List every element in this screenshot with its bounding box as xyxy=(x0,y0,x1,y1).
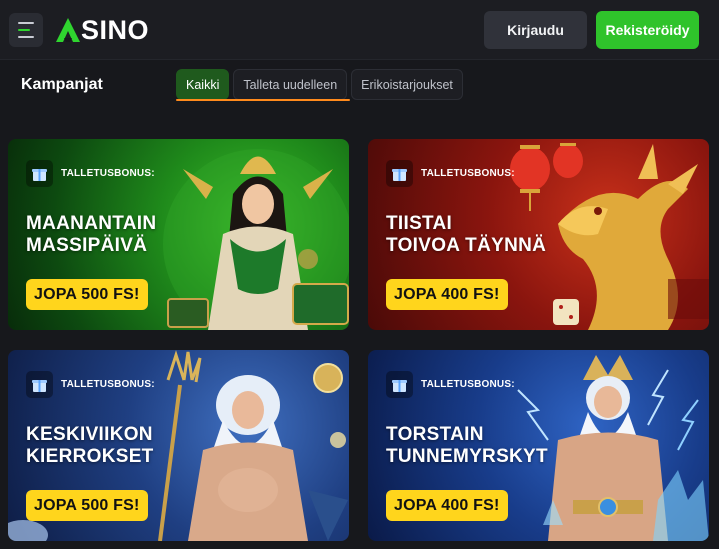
bonus-badge: TALLETUSBONUS: xyxy=(26,160,155,187)
promo-title: TIISTAI TOIVOA TÄYNNÄ xyxy=(386,213,547,256)
promo-card[interactable]: TALLETUSBONUS: TIISTAI TOIVOA TÄYNNÄ JOP… xyxy=(368,139,709,330)
promo-card[interactable]: TALLETUSBONUS: MAANANTAIN MASSIPÄIVÄ JOP… xyxy=(8,139,349,330)
filter-tabs: Kaikki Talleta uudelleen Erikoistarjouks… xyxy=(176,69,463,100)
register-button[interactable]: Rekisteröidy xyxy=(596,11,699,49)
logo-text: SINO xyxy=(81,14,150,45)
menu-icon xyxy=(18,22,34,24)
offer-badge: JOPA 400 FS! xyxy=(386,490,508,521)
tab-talleta-uudelleen[interactable]: Talleta uudelleen xyxy=(233,69,348,100)
tab-kaikki[interactable]: Kaikki xyxy=(176,69,230,100)
gift-icon xyxy=(392,169,407,181)
promo-card[interactable]: TALLETUSBONUS: TORSTAIN TUNNEMYRSKYT JOP… xyxy=(368,350,709,541)
gift-icon xyxy=(32,380,47,392)
top-bar: SINO Kirjaudu Rekisteröidy xyxy=(0,0,719,60)
offer-badge: JOPA 500 FS! xyxy=(26,490,148,521)
promo-title: KESKIVIIKON KIERROKSET xyxy=(26,424,154,467)
promo-title: MAANANTAIN MASSIPÄIVÄ xyxy=(26,213,157,256)
offer-badge: JOPA 400 FS! xyxy=(386,279,508,310)
logo-icon xyxy=(56,18,80,42)
promo-card[interactable]: TALLETUSBONUS: KESKIVIIKON KIERROKSET JO… xyxy=(8,350,349,541)
promotions-header: Kampanjat Kaikki Talleta uudelleen Eriko… xyxy=(0,60,719,128)
menu-button[interactable] xyxy=(9,13,43,47)
logo[interactable]: SINO xyxy=(55,14,149,46)
tab-underline xyxy=(176,99,350,101)
bonus-badge: TALLETUSBONUS: xyxy=(386,160,515,187)
offer-badge: JOPA 500 FS! xyxy=(26,279,148,310)
tab-erikoistarjoukset[interactable]: Erikoistarjoukset xyxy=(351,69,463,100)
gift-icon xyxy=(32,169,47,181)
promo-title: TORSTAIN TUNNEMYRSKYT xyxy=(386,424,548,467)
login-button[interactable]: Kirjaudu xyxy=(484,11,587,49)
promo-grid: TALLETUSBONUS: MAANANTAIN MASSIPÄIVÄ JOP… xyxy=(8,139,710,541)
gift-icon xyxy=(392,380,407,392)
bonus-badge: TALLETUSBONUS: xyxy=(386,371,515,398)
page-title: Kampanjat xyxy=(21,76,103,93)
bonus-badge: TALLETUSBONUS: xyxy=(26,371,155,398)
